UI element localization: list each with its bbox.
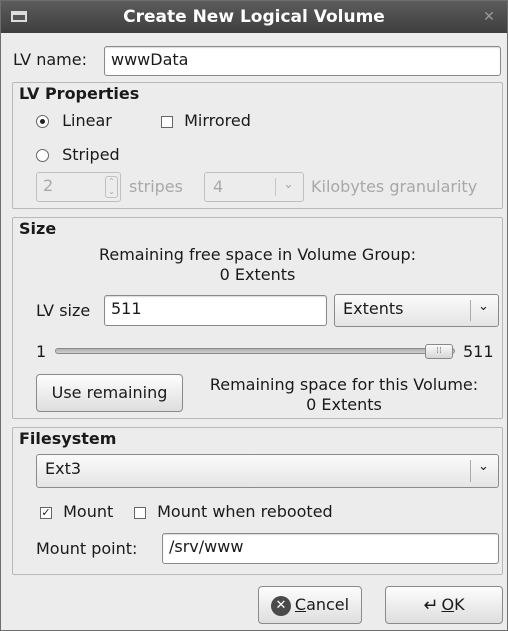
filesystem-type-combo[interactable]: Ext3 ⌄ xyxy=(36,454,499,488)
stripes-label: stripes xyxy=(129,177,183,196)
mount-checkbox[interactable]: ✓ Mount xyxy=(40,502,113,521)
lv-name-label: LV name: xyxy=(13,50,87,69)
checkbox-checked-icon: ✓ xyxy=(40,505,52,519)
mirrored-checkbox[interactable]: Mirrored xyxy=(161,111,251,130)
window-title: Create New Logical Volume xyxy=(123,7,385,27)
mount-label: Mount xyxy=(63,502,114,521)
volume-remaining-info: Remaining space for this Volume: 0 Exten… xyxy=(187,375,501,415)
cancel-icon: ✕ xyxy=(270,595,291,616)
linear-label: Linear xyxy=(62,111,112,130)
slider-min-label: 1 xyxy=(36,342,47,361)
use-remaining-button[interactable]: Use remaining xyxy=(36,374,183,412)
size-title: Size xyxy=(19,219,57,238)
radio-unselected-icon xyxy=(36,149,49,162)
vg-remaining-line1: Remaining free space in Volume Group: xyxy=(98,245,417,264)
close-icon[interactable]: ✕ xyxy=(479,7,499,27)
checkbox-unchecked-icon xyxy=(161,115,173,128)
dialog-window: Create New Logical Volume ✕ LV name: www… xyxy=(0,0,508,631)
granularity-label: Kilobytes granularity xyxy=(311,177,478,196)
spin-arrows-icon[interactable]: ⌃ ⌄ xyxy=(105,176,118,198)
title-bar[interactable]: Create New Logical Volume ✕ xyxy=(1,1,507,33)
chevron-down-icon: ⌄ xyxy=(478,299,489,314)
lv-properties-title: LV Properties xyxy=(19,84,140,103)
volume-remaining-line1: Remaining space for this Volume: xyxy=(209,375,479,394)
slider-handle[interactable]: ⁞⁞ xyxy=(425,344,453,359)
lv-size-label: LV size xyxy=(36,301,91,320)
checkbox-unchecked-icon xyxy=(134,506,146,519)
filesystem-title: Filesystem xyxy=(19,429,117,448)
granularity-combo[interactable]: 4 ⌄ xyxy=(204,172,304,202)
vg-remaining-info: Remaining free space in Volume Group: 0 … xyxy=(12,245,503,285)
size-slider[interactable] xyxy=(55,348,455,354)
slider-max-label: 511 xyxy=(463,342,494,361)
granularity-value: 4 xyxy=(213,177,224,196)
chevron-down-icon: ⌄ xyxy=(283,177,294,192)
mirrored-label: Mirrored xyxy=(184,111,251,130)
volume-remaining-line2: 0 Extents xyxy=(306,395,382,414)
chevron-down-icon: ⌄ xyxy=(478,459,489,474)
striped-radio[interactable]: Striped xyxy=(36,145,120,164)
size-unit-combo[interactable]: Extents ⌄ xyxy=(334,294,499,327)
vg-remaining-line2: 0 Extents xyxy=(219,265,296,284)
size-unit-value: Extents xyxy=(343,299,404,318)
stripes-spinbox[interactable]: 2 ⌃ ⌄ xyxy=(36,172,121,202)
striped-label: Striped xyxy=(62,145,120,164)
ok-icon: ↵ xyxy=(423,594,439,616)
radio-selected-icon xyxy=(36,115,49,128)
cancel-button[interactable]: ✕ Cancel xyxy=(258,586,362,624)
lv-size-input[interactable]: 511 xyxy=(104,295,327,326)
mount-reboot-checkbox[interactable]: Mount when rebooted xyxy=(134,502,333,521)
filesystem-type-value: Ext3 xyxy=(45,459,82,478)
lv-name-input[interactable]: wwwData xyxy=(104,46,501,76)
mount-point-label: Mount point: xyxy=(36,539,138,558)
mount-reboot-label: Mount when rebooted xyxy=(157,502,333,521)
stripes-value: 2 xyxy=(43,176,54,195)
mount-point-input[interactable]: /srv/www xyxy=(162,533,499,564)
linear-radio[interactable]: Linear xyxy=(36,111,112,130)
ok-button[interactable]: ↵ OK xyxy=(385,586,503,624)
